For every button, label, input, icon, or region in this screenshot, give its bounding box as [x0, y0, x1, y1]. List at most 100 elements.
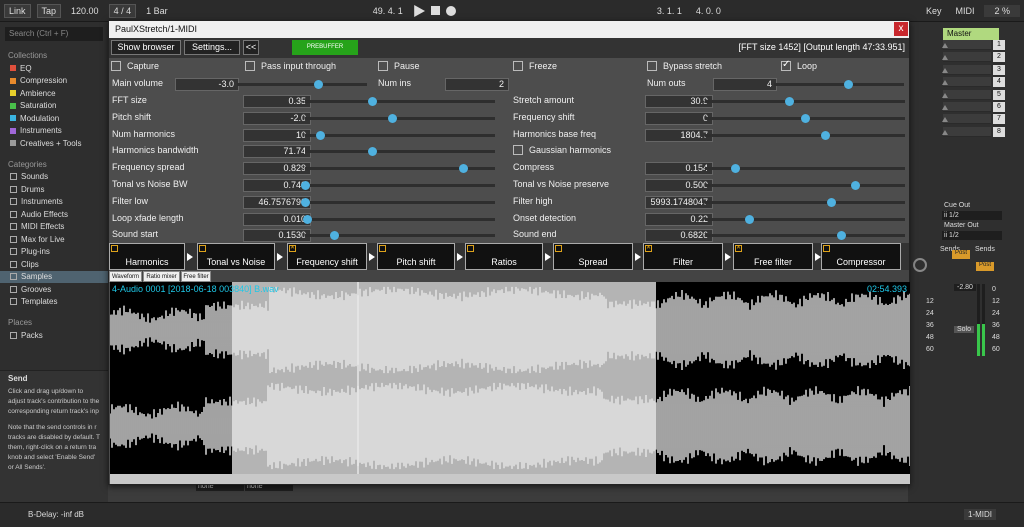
param-value[interactable]: 71.74 [243, 145, 311, 158]
category-item[interactable]: MIDI Effects [0, 221, 108, 234]
module-enable-checkbox[interactable] [467, 245, 474, 252]
param-value[interactable]: 0.154 [645, 162, 713, 175]
stop-clip-icon[interactable] [942, 117, 948, 123]
scene-row[interactable] [943, 114, 991, 125]
module-enable-checkbox[interactable] [645, 244, 652, 252]
category-item[interactable]: Audio Effects [0, 208, 108, 221]
waveform-view[interactable]: 4-Audio 0001 [2018-06-18 003840] B.wav 0… [110, 282, 910, 474]
scene-row[interactable] [943, 126, 991, 137]
tab-ratio-mixer[interactable]: Ratio mixer [143, 271, 180, 282]
param-slider[interactable] [301, 181, 495, 190]
param-value[interactable]: 0.829 [243, 162, 311, 175]
close-button[interactable]: x [894, 22, 908, 36]
tap-button[interactable]: Tap [36, 3, 62, 18]
slider-thumb[interactable] [301, 181, 310, 190]
slider-thumb[interactable] [745, 215, 754, 224]
param-value[interactable]: 0.6826 [645, 229, 713, 242]
collection-item[interactable]: Saturation [0, 100, 108, 113]
param-slider[interactable] [305, 164, 495, 173]
module-enable-checkbox[interactable] [379, 245, 386, 252]
module-compressor[interactable]: Compressor [821, 243, 901, 270]
param-slider[interactable] [305, 131, 495, 140]
show-browser-button[interactable]: Show browser [111, 40, 181, 55]
slider-thumb[interactable] [785, 97, 794, 106]
collection-item[interactable]: Modulation [0, 112, 108, 125]
post-button-a[interactable]: Post [952, 250, 970, 259]
selected-track-label[interactable]: 1-MIDI [964, 509, 996, 520]
collapse-button[interactable]: << [243, 40, 259, 55]
waveform-graphic[interactable] [110, 282, 910, 474]
category-item[interactable]: Instruments [0, 196, 108, 209]
slider-thumb[interactable] [367, 97, 377, 106]
category-item[interactable]: Sounds [0, 171, 108, 184]
tab-free-filter[interactable]: Free filter [181, 271, 211, 282]
slider-thumb[interactable] [458, 164, 468, 173]
main-volume-slider[interactable] [237, 80, 367, 89]
category-item[interactable]: Plug-ins [0, 246, 108, 259]
link-button[interactable]: Link [4, 3, 31, 18]
param-slider[interactable] [705, 97, 905, 106]
slider-thumb[interactable] [388, 114, 398, 123]
places-item-packs[interactable]: Packs [0, 329, 108, 342]
param-slider[interactable] [705, 131, 905, 140]
slider-thumb[interactable] [851, 181, 860, 190]
param-slider[interactable] [301, 198, 495, 207]
tab-waveform[interactable]: Waveform [109, 271, 142, 282]
slider-thumb[interactable] [313, 80, 323, 89]
scene-row[interactable] [943, 77, 991, 88]
param-value[interactable]: 0 [645, 112, 713, 125]
num-ins-value[interactable]: 2 [445, 78, 509, 91]
param-value[interactable]: 0.010 [243, 213, 311, 226]
loop-length[interactable]: 4. 0. 0 [692, 5, 725, 17]
stop-clip-icon[interactable] [942, 80, 948, 86]
param-slider[interactable] [705, 198, 905, 207]
slider-thumb[interactable] [844, 80, 854, 89]
param-value[interactable]: 0.500 [645, 179, 713, 192]
param-value[interactable]: 5993.1748047 [645, 196, 713, 209]
category-item[interactable]: Grooves [0, 283, 108, 296]
scene-row[interactable] [943, 64, 991, 75]
param-slider[interactable] [705, 164, 905, 173]
post-button-b[interactable]: Post [976, 262, 994, 271]
stop-clip-icon[interactable] [942, 43, 948, 48]
loop-start[interactable]: 3. 1. 1 [653, 5, 686, 17]
slider-thumb[interactable] [827, 198, 836, 207]
scene-number[interactable]: 6 [993, 102, 1005, 112]
param-value[interactable]: 30.9 [645, 95, 713, 108]
param-value[interactable]: 0.22 [645, 213, 713, 226]
slider-thumb[interactable] [316, 131, 326, 140]
stop-clip-icon[interactable] [942, 105, 948, 110]
category-item[interactable]: Drums [0, 183, 108, 196]
stop-clip-icon[interactable] [942, 92, 948, 98]
module-enable-checkbox[interactable] [555, 245, 562, 252]
scene-number[interactable]: 8 [993, 126, 1005, 137]
scene-number[interactable]: 2 [993, 52, 1005, 63]
slider-thumb[interactable] [821, 131, 830, 140]
param-slider[interactable] [705, 181, 905, 190]
param-slider[interactable] [305, 147, 495, 156]
slider-thumb[interactable] [367, 147, 377, 156]
module-tonal-vs-noise[interactable]: Tonal vs Noise [197, 243, 275, 270]
slider-thumb[interactable] [329, 231, 339, 240]
collection-item[interactable]: Instruments [0, 125, 108, 138]
category-item[interactable]: Clips [0, 258, 108, 271]
slider-thumb[interactable] [837, 231, 846, 240]
checkbox-pause[interactable] [378, 61, 388, 71]
master-out-select[interactable]: ii 1/2 [942, 231, 1002, 240]
waveform-scrollbar[interactable] [110, 474, 910, 484]
module-enable-checkbox[interactable] [823, 245, 830, 252]
param-value[interactable]: 10 [243, 129, 311, 142]
module-spread[interactable]: Spread [553, 243, 633, 270]
category-item[interactable]: Max for Live [0, 233, 108, 246]
scene-number[interactable]: 7 [993, 114, 1005, 125]
param-slider[interactable] [705, 215, 905, 224]
send-knob[interactable] [913, 258, 927, 272]
record-icon[interactable] [445, 5, 456, 16]
quantize-menu[interactable]: 1 Bar [142, 5, 172, 17]
song-position[interactable]: 49. 4. 1 [369, 5, 407, 17]
param-slider[interactable] [705, 114, 905, 123]
gaussian-harmonics-checkbox[interactable] [513, 145, 523, 155]
module-filter[interactable]: Filter [643, 243, 723, 270]
module-harmonics[interactable]: Harmonics [109, 243, 185, 270]
track-volume[interactable]: -2.80 [954, 284, 976, 291]
